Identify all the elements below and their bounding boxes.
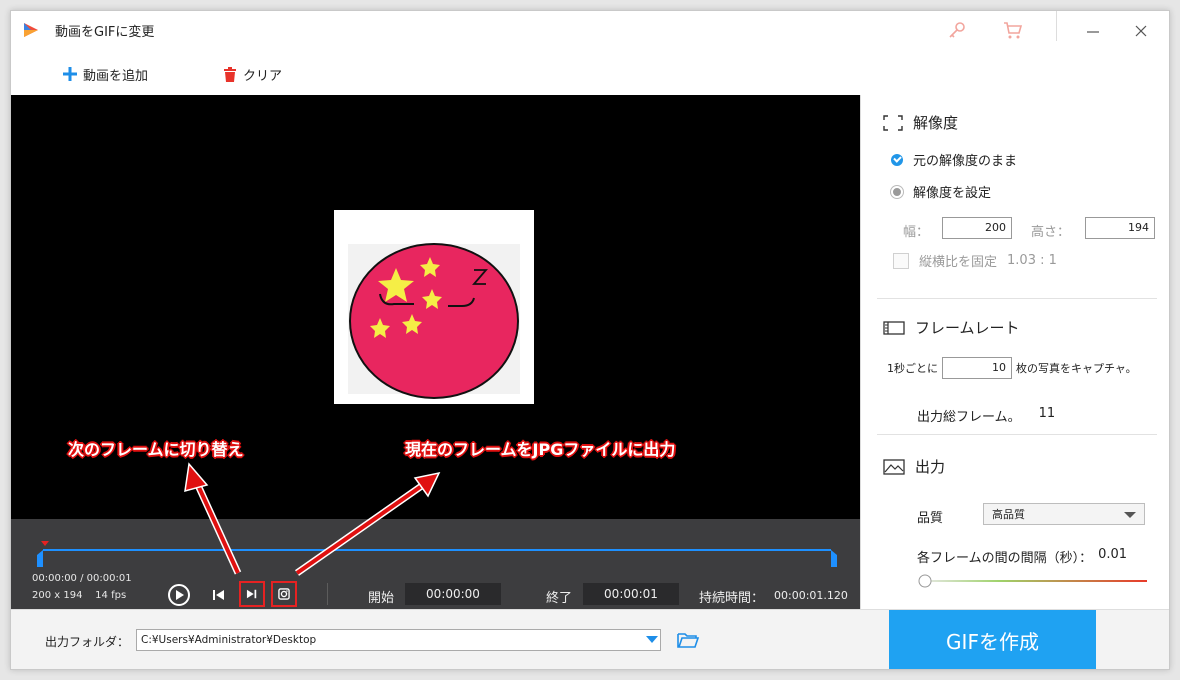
aspect-ratio: 1.03 : 1 bbox=[1007, 253, 1057, 268]
trim-start-handle[interactable] bbox=[37, 550, 43, 567]
timeline-track[interactable] bbox=[37, 541, 837, 569]
quality-value: 高品質 bbox=[992, 508, 1025, 521]
snapshot-callout: 現在のフレームをJPGファイルに出力 bbox=[405, 440, 676, 459]
title-bar: 動画をGIFに変更 bbox=[11, 11, 1169, 49]
capture-suffix: 枚の写真をキャプチャ。 bbox=[1016, 362, 1137, 375]
clear-label: クリア bbox=[243, 68, 283, 84]
height-label: 高さ： bbox=[1031, 225, 1071, 240]
snapshot-button[interactable] bbox=[271, 581, 297, 607]
window-title: 動画をGIFに変更 bbox=[55, 25, 155, 40]
time-readout: 00:00:00 / 00:00:01 bbox=[32, 573, 132, 584]
end-time-field[interactable]: 00:00:01 bbox=[583, 583, 679, 605]
interval-label: 各フレームの間の間隔（秒）： bbox=[917, 551, 1093, 566]
playback-controls: 00:00:00 / 00:00:01 200 x 194 14 fps 開始 bbox=[11, 519, 860, 609]
film-icon bbox=[883, 320, 905, 335]
capture-prefix: 1秒ごとに bbox=[887, 362, 938, 375]
app-logo-icon bbox=[24, 23, 38, 37]
next-frame-callout: 次のフレームに切り替え bbox=[68, 440, 244, 459]
add-video-button[interactable]: 動画を追加 bbox=[63, 63, 148, 85]
settings-panel: 解像度 元の解像度のまま 解像度を設定 幅： 200 高さ： 194 縦横比を固… bbox=[860, 95, 1169, 609]
image-icon bbox=[883, 458, 905, 475]
create-gif-button[interactable]: GIFを作成 bbox=[889, 610, 1096, 669]
chevron-down-icon bbox=[1124, 512, 1136, 518]
next-frame-button[interactable] bbox=[239, 581, 265, 607]
slider-thumb[interactable] bbox=[918, 574, 932, 588]
cart-icon[interactable] bbox=[1001, 19, 1025, 41]
footer-bar: 出力フォルダ： C:¥Users¥Administrator¥Desktop G… bbox=[11, 609, 1169, 669]
open-folder-icon[interactable] bbox=[676, 629, 700, 651]
app-window: 動画をGIFに変更 動画を追加 クリア 00:00:00 / 00:00:01 … bbox=[10, 10, 1170, 670]
trash-icon bbox=[224, 66, 236, 82]
radio-original-resolution[interactable]: 元の解像度のまま bbox=[891, 150, 1017, 169]
radio-unchecked-icon bbox=[891, 185, 903, 198]
quality-label: 品質 bbox=[917, 511, 944, 526]
original-resolution-label: 元の解像度のまま bbox=[913, 154, 1018, 169]
width-input[interactable]: 200 bbox=[942, 217, 1012, 239]
play-button[interactable] bbox=[167, 583, 191, 607]
clear-button[interactable]: クリア bbox=[223, 63, 282, 85]
duration-label: 持続時間： bbox=[699, 591, 765, 606]
radio-checked-icon bbox=[891, 153, 903, 166]
section-divider bbox=[877, 298, 1157, 299]
capture-rate-row: 1秒ごとに 10 枚の写真をキャプチャ。 bbox=[887, 357, 1137, 379]
toolbar: 動画を追加 クリア bbox=[11, 51, 1169, 95]
trim-end-handle[interactable] bbox=[831, 550, 837, 567]
total-frames-label: 出力総フレーム。 bbox=[917, 410, 1021, 425]
framerate-section-header: フレームレート bbox=[883, 317, 1020, 338]
add-video-label: 動画を追加 bbox=[83, 68, 149, 84]
output-folder-label: 出力フォルダ： bbox=[45, 635, 130, 649]
fps-info: 14 fps bbox=[95, 590, 127, 601]
checkbox-box bbox=[893, 252, 909, 269]
output-section-header: 出力 bbox=[883, 456, 945, 477]
radio-custom-resolution[interactable]: 解像度を設定 bbox=[891, 182, 991, 201]
total-frames-value: 11 bbox=[1038, 406, 1056, 421]
previous-frame-button[interactable] bbox=[207, 583, 231, 607]
section-divider bbox=[877, 434, 1157, 435]
time-current: 00:00:00 bbox=[32, 573, 77, 584]
capture-rate-input[interactable]: 10 bbox=[942, 357, 1012, 379]
end-time-label: 終了 bbox=[546, 591, 573, 606]
width-label: 幅： bbox=[903, 225, 930, 240]
controls-separator bbox=[327, 583, 328, 605]
key-icon[interactable] bbox=[945, 19, 969, 41]
start-time-field[interactable]: 00:00:00 bbox=[405, 583, 501, 605]
height-input[interactable]: 194 bbox=[1085, 217, 1155, 239]
frame-interval-row: 各フレームの間の間隔（秒）： 0.01 bbox=[917, 547, 1127, 566]
total-frames-row: 出力総フレーム。 11 bbox=[917, 406, 1055, 425]
resolution-info: 200 x 194 bbox=[32, 590, 83, 601]
time-separator: / bbox=[80, 573, 84, 584]
resolution-icon bbox=[883, 114, 903, 131]
lock-aspect-checkbox[interactable]: 縦横比を固定 1.03 : 1 bbox=[893, 251, 1057, 270]
framerate-header: フレームレート bbox=[915, 319, 1020, 337]
start-time-label: 開始 bbox=[368, 591, 395, 606]
dropdown-arrow-icon[interactable] bbox=[646, 636, 658, 643]
output-folder-input[interactable]: C:¥Users¥Administrator¥Desktop bbox=[136, 629, 661, 651]
lock-aspect-label: 縦横比を固定 bbox=[919, 255, 998, 270]
close-icon[interactable] bbox=[1129, 21, 1153, 41]
plus-icon bbox=[63, 67, 77, 81]
media-info: 200 x 194 14 fps bbox=[32, 590, 126, 601]
interval-value: 0.01 bbox=[1098, 547, 1128, 562]
output-folder-path: C:¥Users¥Administrator¥Desktop bbox=[141, 634, 317, 646]
resolution-header: 解像度 bbox=[913, 114, 959, 132]
quality-select[interactable]: 高品質 bbox=[983, 503, 1145, 525]
playhead-marker[interactable] bbox=[41, 541, 49, 546]
custom-resolution-label: 解像度を設定 bbox=[913, 186, 992, 201]
time-total: 00:00:01 bbox=[86, 573, 132, 584]
resolution-section-header: 解像度 bbox=[883, 112, 958, 133]
output-header: 出力 bbox=[915, 458, 946, 476]
interval-slider[interactable] bbox=[917, 573, 1147, 589]
minimize-icon[interactable] bbox=[1081, 21, 1105, 41]
duration-value: 00:00:01.120 bbox=[774, 589, 848, 602]
title-separator bbox=[1056, 11, 1057, 41]
preview-frame-image bbox=[334, 210, 534, 404]
